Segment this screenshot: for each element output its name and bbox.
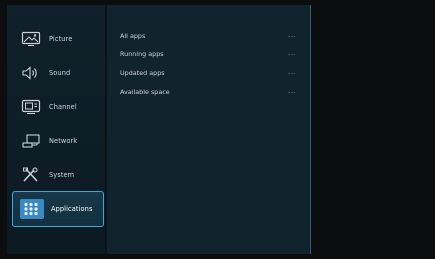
menu-item-label: System bbox=[49, 171, 75, 179]
panel-row-available-space[interactable]: Available space --- bbox=[120, 85, 296, 99]
row-value: --- bbox=[288, 50, 296, 58]
tv-channel-icon bbox=[20, 98, 42, 116]
menu-item-network[interactable]: Network bbox=[13, 125, 103, 157]
settings-menu: Picture Sound Channel Network System App… bbox=[7, 5, 105, 254]
row-label: All apps bbox=[120, 32, 146, 40]
menu-item-channel[interactable]: Channel bbox=[13, 91, 103, 123]
menu-item-label: Applications bbox=[51, 205, 93, 213]
applications-panel: All apps --- Running apps --- Updated ap… bbox=[107, 5, 310, 254]
settings-screen: Picture Sound Channel Network System App… bbox=[0, 0, 435, 259]
row-label: Updated apps bbox=[120, 69, 165, 77]
menu-item-label: Channel bbox=[49, 103, 77, 111]
menu-item-picture[interactable]: Picture bbox=[13, 23, 103, 55]
tools-icon bbox=[20, 166, 42, 184]
row-label: Running apps bbox=[120, 50, 164, 58]
row-value: --- bbox=[288, 88, 296, 96]
menu-item-system[interactable]: System bbox=[13, 159, 103, 191]
menu-item-applications[interactable]: Applications bbox=[12, 191, 104, 227]
panel-row-updated-apps[interactable]: Updated apps --- bbox=[120, 66, 296, 80]
menu-item-label: Network bbox=[49, 137, 78, 145]
network-icon bbox=[20, 132, 42, 150]
menu-item-label: Sound bbox=[49, 69, 71, 77]
speaker-icon bbox=[20, 64, 42, 82]
row-value: --- bbox=[288, 69, 296, 77]
picture-icon bbox=[20, 30, 42, 48]
panel-row-all-apps[interactable]: All apps --- bbox=[120, 29, 296, 43]
applications-icon bbox=[20, 199, 44, 219]
detail-panel bbox=[311, 5, 428, 254]
panel-row-running-apps[interactable]: Running apps --- bbox=[120, 47, 296, 61]
row-label: Available space bbox=[120, 88, 170, 96]
menu-item-label: Picture bbox=[49, 35, 73, 43]
menu-item-sound[interactable]: Sound bbox=[13, 57, 103, 89]
row-value: --- bbox=[288, 32, 296, 40]
